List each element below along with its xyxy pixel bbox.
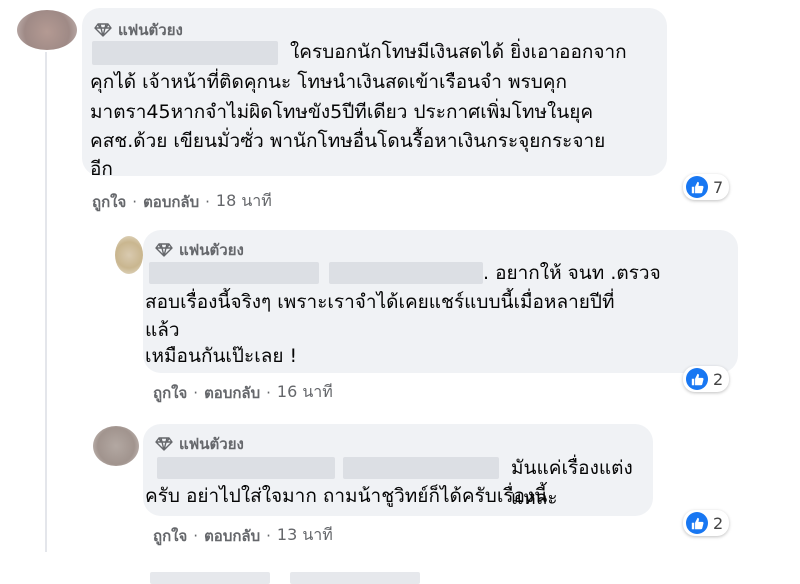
- reaction-number: 2: [713, 369, 724, 389]
- comment-bubble: แฟนตัวยง มันแค่เรื่องแต่งแหละ ครับ อย่าไ…: [143, 424, 653, 516]
- thumbs-up-icon: [686, 512, 708, 534]
- diamond-icon: [94, 23, 112, 37]
- badge-label: แฟนตัวยง: [118, 21, 183, 39]
- comment-text-line: . อยากให้ จนท .ตรวจ: [483, 262, 661, 284]
- diamond-icon: [155, 437, 173, 451]
- redacted-name[interactable]: [92, 41, 278, 65]
- timestamp[interactable]: 18 นาที: [216, 189, 272, 214]
- like-button[interactable]: ถูกใจ: [153, 524, 187, 548]
- comment-text-line: คุกได้ เจ้าหน้าที่ติดคุกนะ โทษนำเงินสดเข…: [90, 71, 567, 93]
- comment-text-line: ใครบอกนักโทษมีเงินสดได้ ยิ่งเอาออกจาก: [290, 41, 627, 63]
- reply-button[interactable]: ตอบกลับ: [204, 524, 260, 548]
- reply-button[interactable]: ตอบกลับ: [143, 190, 199, 214]
- separator-dot: ·: [132, 192, 138, 211]
- top-fan-badge[interactable]: แฟนตัวยง: [155, 432, 244, 456]
- badge-label: แฟนตัวยง: [179, 241, 244, 259]
- comment-text-line: มาตรา45หากจำไม่ผิดโทษขัง5ปีทีเดียว ประกา…: [90, 101, 594, 123]
- badge-label: แฟนตัวยง: [179, 435, 244, 453]
- comment-bubble: แฟนตัวยง . อยากให้ จนท .ตรวจ สอบเรื่องนี…: [143, 230, 738, 373]
- comment-actions: ถูกใจ · ตอบกลับ · 16 นาที: [153, 380, 333, 405]
- comment-text-line: เหมือนกันเป๊ะเลย !: [145, 345, 298, 367]
- separator-dot: ·: [193, 383, 199, 402]
- redacted-name[interactable]: [157, 457, 335, 479]
- commenter-avatar[interactable]: [17, 10, 77, 50]
- comment-text-line: คสช.ด้วย เขียนมั่วซั่ว พานักโทษอื่นโดนรื…: [90, 130, 606, 152]
- redacted-name: [290, 572, 420, 584]
- commenter-avatar[interactable]: [93, 426, 139, 466]
- like-button[interactable]: ถูกใจ: [153, 381, 187, 405]
- comment-bubble: แฟนตัวยง ใครบอกนักโทษมีเงินสดได้ ยิ่งเอา…: [82, 8, 667, 180]
- redacted-name[interactable]: [149, 262, 319, 284]
- separator-dot: ·: [266, 383, 271, 402]
- comment-actions: ถูกใจ · ตอบกลับ · 18 นาที: [92, 189, 272, 214]
- diamond-icon: [155, 243, 173, 257]
- comment-text-line: ครับ อย่าไปใส่ใจมาก ถามน้าชูวิทย์ก็ได้คร…: [145, 485, 548, 507]
- comment-actions: ถูกใจ · ตอบกลับ · 13 นาที: [153, 523, 333, 548]
- reply-button[interactable]: ตอบกลับ: [204, 381, 260, 405]
- redacted-name[interactable]: [329, 262, 483, 284]
- redacted-name: [150, 572, 270, 584]
- reaction-count[interactable]: 2: [683, 510, 730, 536]
- separator-dot: ·: [205, 192, 210, 211]
- thumbs-up-icon: [686, 368, 708, 390]
- reaction-count[interactable]: 7: [683, 174, 730, 200]
- reaction-number: 7: [713, 177, 724, 197]
- thread-connector: [45, 52, 47, 552]
- top-fan-badge[interactable]: แฟนตัวยง: [94, 18, 183, 42]
- comment-text-line: สอบเรื่องนี้จริงๆ เพราะเราจำได้เคยแชร์แบ…: [145, 291, 615, 313]
- separator-dot: ·: [266, 526, 271, 545]
- redacted-name[interactable]: [343, 457, 499, 479]
- reaction-number: 2: [713, 513, 724, 533]
- commenter-avatar[interactable]: [115, 236, 143, 274]
- timestamp[interactable]: 13 นาที: [277, 523, 333, 548]
- separator-dot: ·: [193, 526, 199, 545]
- thumbs-up-icon: [686, 176, 708, 198]
- like-button[interactable]: ถูกใจ: [92, 190, 126, 214]
- reaction-count[interactable]: 2: [683, 366, 730, 392]
- comment-text-line: อีก: [90, 158, 113, 180]
- top-fan-badge[interactable]: แฟนตัวยง: [155, 238, 244, 262]
- timestamp[interactable]: 16 นาที: [277, 380, 333, 405]
